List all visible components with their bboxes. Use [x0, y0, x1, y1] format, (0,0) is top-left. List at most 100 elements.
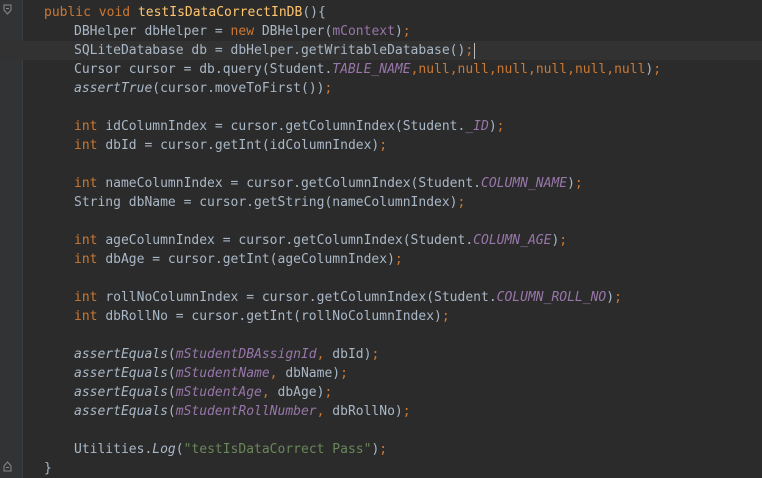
code-line[interactable]: int rollNoColumnIndex = cursor.getColumn…	[0, 288, 762, 307]
code-line[interactable]: assertEquals(mStudentAge, dbAge);	[0, 383, 762, 402]
code-line[interactable]: String dbName = cursor.getString(nameCol…	[0, 193, 762, 212]
code-token: ;	[340, 366, 348, 381]
code-line[interactable]: int nameColumnIndex = cursor.getColumnIn…	[0, 174, 762, 193]
code-token: Utilities.	[74, 442, 153, 457]
code-token: idColumnIndex = cursor.getColumnIndex(St…	[105, 119, 466, 134]
code-token: assertEquals	[74, 385, 168, 400]
code-token: null	[574, 62, 607, 77]
code-token: null	[614, 62, 646, 77]
code-token: ,	[567, 62, 575, 77]
code-token: ;	[394, 252, 403, 267]
code-token: dbAge = cursor.getInt(ageColumnIndex)	[105, 252, 395, 267]
code-line[interactable]	[0, 326, 762, 345]
code-line[interactable]: assertEquals(mStudentRollNumber, dbRollN…	[0, 402, 762, 421]
code-token: COLUMN_ROLL_NO	[496, 290, 607, 305]
code-line[interactable]: assertEquals(mStudentName, dbName);	[0, 364, 762, 383]
code-line[interactable]	[0, 98, 762, 117]
code-token: String dbName = cursor.getString(nameCol…	[74, 195, 458, 210]
code-token: ;	[614, 290, 622, 305]
code-token: ;	[371, 347, 380, 362]
code-token: ;	[402, 24, 411, 39]
code-line[interactable]	[0, 212, 762, 231]
code-line[interactable]	[0, 421, 762, 440]
code-token: dbRollNo)	[332, 404, 403, 419]
code-line[interactable]: int idColumnIndex = cursor.getColumnInde…	[0, 117, 762, 136]
code-token: ,	[269, 366, 286, 381]
code-token: public	[44, 5, 99, 20]
code-token: ageColumnIndex = cursor.getColumnIndex(S…	[105, 233, 474, 248]
code-token: (	[167, 385, 176, 400]
code-token: (	[167, 366, 176, 381]
code-token: mStudentRollNumber	[175, 404, 317, 419]
code-line[interactable]: int dbRollNo = cursor.getInt(rollNoColum…	[0, 307, 762, 326]
code-line[interactable]: assertEquals(mStudentDBAssignId, dbId);	[0, 345, 762, 364]
code-token: dbId = cursor.getInt(idColumnIndex)	[105, 138, 380, 153]
code-line[interactable]: assertTrue(cursor.moveToFirst());	[0, 79, 762, 98]
code-token: new	[230, 24, 262, 39]
code-token: (	[167, 404, 176, 419]
code-token: )	[606, 290, 615, 305]
code-line[interactable]: Cursor cursor = db.query(Student.TABLE_N…	[0, 60, 762, 79]
code-token: mContext	[332, 24, 395, 39]
code-token: ;	[379, 442, 388, 457]
code-token: assertEquals	[74, 404, 168, 419]
code-line[interactable]: public void testIsDataCorrectInDB(){	[0, 3, 762, 22]
code-token: ,	[316, 347, 333, 362]
code-token: ;	[559, 233, 568, 248]
code-token: int	[74, 252, 106, 267]
code-token: ;	[457, 195, 466, 210]
code-token: )	[394, 24, 403, 39]
code-token: DBHelper(	[261, 24, 333, 39]
code-token: dbRollNo = cursor.getInt(rollNoColumnInd…	[105, 309, 442, 324]
code-token: (){	[302, 5, 326, 20]
code-token: (cursor.moveToFirst())	[152, 81, 325, 96]
code-token: int	[74, 138, 106, 153]
code-token: Log	[152, 442, 176, 457]
code-token: ;	[574, 176, 583, 191]
code-token: null	[418, 62, 450, 77]
code-token: int	[74, 176, 106, 191]
code-token: int	[74, 233, 106, 248]
code-token: ;	[402, 404, 411, 419]
code-token: dbName)	[285, 366, 341, 381]
code-token: assertEquals	[74, 366, 168, 381]
code-token: int	[74, 309, 106, 324]
code-line[interactable]: DBHelper dbHelper = new DBHelper(mContex…	[0, 22, 762, 41]
code-token: ;	[653, 62, 662, 77]
code-token: ,	[527, 62, 536, 77]
code-token: SQLiteDatabase db = dbHelper.getWritable…	[74, 43, 466, 58]
code-line[interactable]: SQLiteDatabase db = dbHelper.getWritable…	[0, 41, 762, 60]
code-token: Cursor cursor = db.query(Student.	[74, 62, 333, 77]
code-token: ;	[465, 43, 474, 58]
code-token: ,	[449, 62, 458, 77]
code-line[interactable]: int ageColumnIndex = cursor.getColumnInd…	[0, 231, 762, 250]
code-token: ;	[441, 309, 450, 324]
code-token: assertTrue	[74, 81, 153, 96]
code-token: )	[488, 119, 497, 134]
code-token: TABLE_NAME	[332, 62, 411, 77]
code-token: ,	[606, 62, 615, 77]
code-token: int	[74, 119, 106, 134]
code-line[interactable]: int dbAge = cursor.getInt(ageColumnIndex…	[0, 250, 762, 269]
text-caret	[474, 42, 476, 59]
code-line[interactable]: int dbId = cursor.getInt(idColumnIndex);	[0, 136, 762, 155]
code-token: void	[98, 5, 138, 20]
code-editor[interactable]: public void testIsDataCorrectInDB(){DBHe…	[0, 0, 762, 478]
code-line[interactable]: }	[0, 459, 762, 478]
code-token: ,	[488, 62, 497, 77]
code-token: int	[74, 290, 106, 305]
code-token: null	[457, 62, 489, 77]
code-token: ,	[316, 404, 333, 419]
code-token: null	[496, 62, 528, 77]
code-token: ;	[324, 385, 333, 400]
code-line[interactable]	[0, 155, 762, 174]
code-area[interactable]: public void testIsDataCorrectInDB(){DBHe…	[0, 0, 762, 478]
code-token: }	[44, 461, 52, 476]
code-token: mStudentAge	[175, 385, 262, 400]
code-token: (	[167, 347, 176, 362]
code-token: rollNoColumnIndex = cursor.getColumnInde…	[105, 290, 497, 305]
code-token: ,	[261, 385, 278, 400]
code-token: ;	[324, 81, 333, 96]
code-line[interactable]: Utilities.Log("testIsDataCorrect Pass");	[0, 440, 762, 459]
code-line[interactable]	[0, 269, 762, 288]
